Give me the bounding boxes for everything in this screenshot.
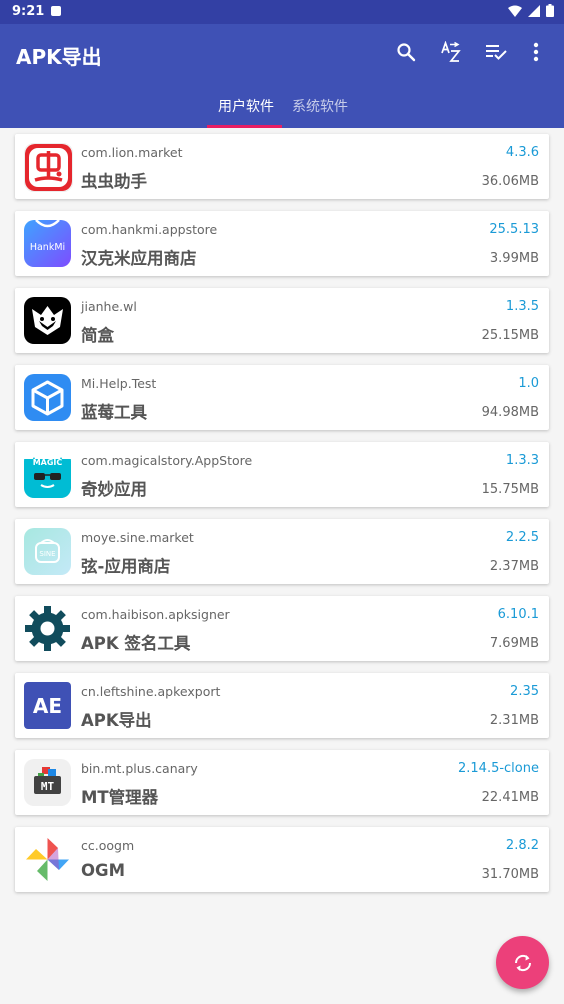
app-size: 7.69MB [489,636,539,651]
app-icon-sine: SINE [24,528,71,575]
package-name: com.hankmi.appstore [81,222,218,237]
status-time: 9:21 [12,4,45,19]
search-icon [397,43,416,62]
sort-az-icon [441,41,461,62]
package-name: com.lion.market [81,145,183,160]
ae-logo-text: AE [33,694,62,718]
app-name: 汉克米应用商店 [81,249,197,268]
app-list-item[interactable]: com.lion.market 虫虫助手 4.3.6 36.06MB [15,134,549,199]
app-size: 25.15MB [481,328,539,343]
package-name: cn.leftshine.apkexport [81,684,221,699]
app-name: APK 签名工具 [81,634,191,653]
playlist-check-icon [486,45,507,60]
app-version: 1.0 [518,376,539,391]
app-size: 2.31MB [489,713,539,728]
app-version: 2.14.5-clone [458,761,539,776]
app-list-item[interactable]: cc.oogm OGM 2.8.2 31.70MB [15,827,549,892]
refresh-fab[interactable] [496,936,549,989]
app-list-item[interactable]: AE cn.leftshine.apkexport APK导出 2.35 2.3… [15,673,549,738]
app-name: 奇妙应用 [81,480,147,499]
search-button[interactable] [394,40,418,64]
package-name: Mi.Help.Test [81,376,157,391]
app-icon-mt: MT [24,759,71,806]
app-icon-hankmi: HankMi [24,220,71,267]
app-icon-jianhe [24,297,71,344]
package-name: bin.mt.plus.canary [81,761,198,776]
app-size: 31.70MB [481,867,539,882]
sort-button[interactable] [439,40,463,64]
package-name: com.haibison.apksigner [81,607,230,622]
app-name: 简盒 [81,326,114,345]
app-name: 弦-应用商店 [81,557,171,576]
app-icon-blueberry [24,374,71,421]
sync-icon [514,954,531,971]
app-list-item[interactable]: Mi.Help.Test 蓝莓工具 1.0 94.98MB [15,365,549,430]
status-bar: 9:21 [0,0,564,24]
app-size: 22.41MB [481,790,539,805]
wifi-icon [508,5,522,17]
magic-logo-text: MAGIC [33,458,63,467]
app-list: com.lion.market 虫虫助手 4.3.6 36.06MB HankM… [15,134,549,904]
app-version: 4.3.6 [505,145,539,160]
app-icon-ogm [24,836,71,883]
tab-system-apps[interactable]: 系统软件 [292,96,348,116]
app-list-item[interactable]: MAGIC com.magicalstory.AppStore 奇妙应用 1.3… [15,442,549,507]
app-version: 1.3.3 [505,453,539,468]
tab-user-apps[interactable]: 用户软件 [218,96,274,116]
more-vert-icon [533,42,539,62]
app-size: 94.98MB [481,405,539,420]
app-version: 1.3.5 [505,299,539,314]
app-list-item[interactable]: com.haibison.apksigner APK 签名工具 6.10.1 7… [15,596,549,661]
app-list-item[interactable]: HankMi com.hankmi.appstore 汉克米应用商店 25.5.… [15,211,549,276]
app-name: APK导出 [81,711,152,730]
signal-icon [528,4,540,17]
app-name: OGM [81,861,125,880]
app-list-item[interactable]: jianhe.wl 简盒 1.3.5 25.15MB [15,288,549,353]
app-size: 36.06MB [481,174,539,189]
package-name: moye.sine.market [81,530,194,545]
select-button[interactable] [484,40,508,64]
sine-logo-text: SINE [39,550,55,558]
status-icons [508,4,554,17]
app-list-item[interactable]: MT bin.mt.plus.canary MT管理器 2.14.5-clone… [15,750,549,815]
tab-indicator [207,125,282,128]
app-version: 25.5.13 [489,222,539,237]
mt-logo-text: MT [41,780,55,793]
app-list-item[interactable]: SINE moye.sine.market 弦-应用商店 2.2.5 2.37M… [15,519,549,584]
app-bar: APK导出 用户软件 系统软件 [0,24,564,128]
package-name: cc.oogm [81,838,135,853]
app-size: 2.37MB [489,559,539,574]
more-button[interactable] [524,40,548,64]
app-version: 2.2.5 [505,530,539,545]
hankmi-logo-text: HankMi [30,242,65,253]
app-name: 虫虫助手 [81,172,147,191]
app-name: MT管理器 [81,788,159,807]
app-icon-magic: MAGIC [24,451,71,498]
package-name: jianhe.wl [81,299,137,314]
notification-icon [51,6,61,16]
app-size: 3.99MB [489,251,539,266]
package-name: com.magicalstory.AppStore [81,453,253,468]
tab-bar: 用户软件 系统软件 [0,90,564,128]
app-version: 2.35 [510,684,539,699]
app-icon-chongchong [24,143,73,192]
battery-icon [546,4,554,17]
app-name: 蓝莓工具 [81,403,147,422]
app-title: APK导出 [16,45,102,69]
app-version: 2.8.2 [505,838,539,853]
app-version: 6.10.1 [497,607,539,622]
app-icon-apkexport: AE [24,682,71,729]
app-icon-apksigner [24,605,71,652]
app-size: 15.75MB [481,482,539,497]
